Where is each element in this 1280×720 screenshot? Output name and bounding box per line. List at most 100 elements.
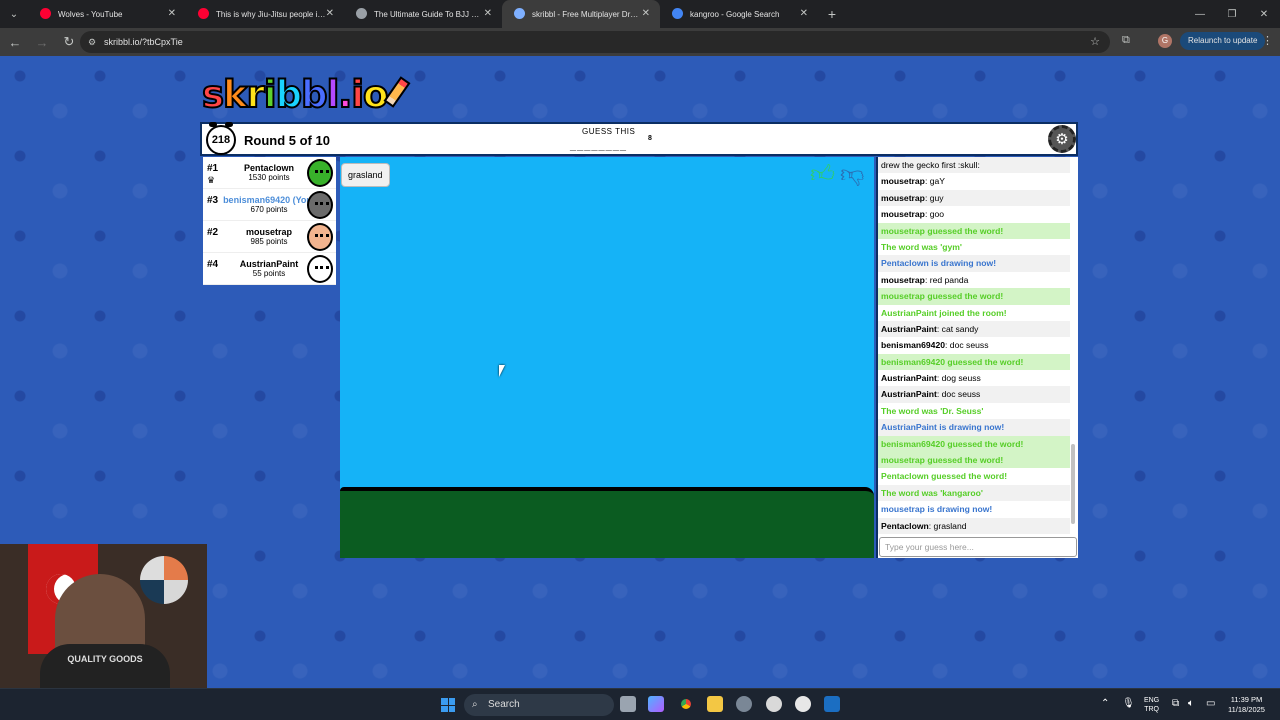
chat-text: goo: [929, 209, 945, 220]
google-icon: [672, 8, 683, 19]
time-text: 11:39 PM: [1230, 695, 1263, 704]
logo-letter: b: [275, 73, 303, 117]
app-icon[interactable]: [766, 696, 782, 712]
extensions-icon[interactable]: ⧉: [1122, 34, 1130, 47]
close-tab-icon[interactable]: ✕: [168, 8, 176, 19]
chat-guess-input[interactable]: [879, 537, 1077, 557]
volume-icon[interactable]: 🔈︎: [1188, 698, 1194, 709]
player-points: 55 points: [252, 269, 286, 278]
player-name: AustrianPaint: [239, 259, 299, 269]
chrome-icon[interactable]: [678, 696, 694, 712]
language-indicator[interactable]: ENG TRQ: [1144, 696, 1159, 714]
close-tab-icon[interactable]: ✕: [800, 8, 808, 19]
bookmark-star-icon[interactable]: ☆: [1090, 35, 1100, 48]
browser-toolbar: ← → ↻ ⚙ skribbl.io/?tbCpxTie ☆ ⧉: [0, 28, 1280, 56]
settings-gear-icon[interactable]: ⚙: [1048, 125, 1076, 153]
webcam-overlay: QUALITY GOODS: [0, 544, 207, 688]
network-icon[interactable]: ⧉: [1172, 698, 1179, 709]
chat-message: benisman69420: doc seuss: [878, 337, 1070, 353]
scroll-thumb[interactable]: [1071, 444, 1075, 524]
chat-username: AustrianPaint: [881, 389, 937, 400]
word-blanks: ________: [570, 140, 627, 152]
chat-text: grasland: [933, 520, 967, 531]
new-tab-button[interactable]: +: [818, 0, 846, 28]
site-info-icon[interactable]: ⚙: [88, 37, 98, 47]
forward-icon[interactable]: →: [30, 30, 54, 54]
copilot-icon[interactable]: [648, 696, 664, 712]
youtube-icon: [40, 8, 51, 19]
microphone-icon[interactable]: 🎙︎: [1122, 698, 1135, 709]
chat-message: The word was 'kangaroo': [878, 484, 1070, 502]
chat-message: The word was 'gym': [881, 241, 962, 252]
player-row[interactable]: #1 Pentaclown 1530 points ♛: [203, 157, 336, 189]
chat-messages: drew the gecko first :skull: mousetrap: g…: [878, 157, 1070, 535]
chat-username: benisman69420: [881, 340, 946, 351]
chat-message: drew the gecko first :skull:: [878, 157, 1070, 174]
windows-start-icon[interactable]: [441, 698, 455, 712]
crown-icon: ♛: [207, 175, 216, 185]
close-window-icon[interactable]: ✕: [1248, 0, 1280, 28]
close-tab-icon[interactable]: ✕: [484, 8, 492, 19]
more-menu-icon[interactable]: ⋮: [1262, 34, 1273, 47]
close-tab-icon[interactable]: ✕: [642, 8, 650, 19]
browser-tab[interactable]: This is why Jiu-Jitsu people inju ✕: [186, 0, 344, 28]
youtube-icon: [198, 8, 209, 19]
thumbs-down-icon[interactable]: 👎︎: [840, 163, 864, 187]
relaunch-button[interactable]: Relaunch to update: [1180, 32, 1266, 50]
tab-search-icon[interactable]: ⌄: [0, 0, 28, 28]
browser-tab[interactable]: The Ultimate Guide To BJJ Solo ✕: [344, 0, 502, 28]
chat-scrollbar[interactable]: [1070, 159, 1076, 533]
thumbs-up-icon[interactable]: 👍︎: [810, 163, 835, 187]
back-icon[interactable]: ←: [3, 30, 27, 54]
logo-letter: r: [246, 73, 266, 117]
settings-app-icon[interactable]: [736, 696, 752, 712]
battery-icon[interactable]: ▭: [1206, 698, 1215, 709]
minimize-icon[interactable]: —: [1184, 0, 1216, 28]
chat-username: mousetrap: [881, 192, 925, 203]
player-rank: #2: [207, 227, 219, 238]
drawing-canvas[interactable]: 👍︎ 👎︎: [340, 157, 874, 558]
player-rank: #1: [207, 163, 219, 174]
task-view-icon[interactable]: [620, 696, 636, 712]
taskbar-search[interactable]: ⌕ Search: [464, 694, 614, 716]
browser-tab[interactable]: skribbl - Free Multiplayer Drawi ✕: [502, 0, 660, 28]
profile-avatar[interactable]: G: [1158, 34, 1172, 48]
address-bar[interactable]: ⚙ skribbl.io/?tbCpxTie ☆: [80, 31, 1110, 53]
chat-message: mousetrap: red panda: [878, 272, 1070, 288]
steam-icon[interactable]: [824, 696, 840, 712]
player-row[interactable]: #4 AustrianPaint 55 points: [203, 253, 336, 285]
chat-username: mousetrap: [881, 176, 925, 187]
chat-message: mousetrap guessed the word!: [878, 222, 1070, 239]
logo-letter: b: [300, 73, 328, 117]
maximize-icon[interactable]: ❐: [1216, 0, 1248, 28]
close-tab-icon[interactable]: ✕: [326, 8, 334, 19]
chat-text: doc seuss: [949, 340, 989, 351]
chat-text: cat sandy: [941, 323, 979, 334]
search-label: Search: [488, 699, 520, 710]
player-rank: #4: [207, 259, 219, 270]
player-avatar: [307, 223, 333, 251]
clock[interactable]: 11:39 PM 11/18/2025: [1228, 695, 1265, 715]
chat-message: mousetrap guessed the word!: [878, 452, 1070, 469]
wall-decor: [140, 556, 188, 604]
player-row[interactable]: #2 mousetrap 985 points: [203, 221, 336, 253]
reload-icon[interactable]: ↻: [57, 30, 81, 54]
media-player-icon[interactable]: [795, 696, 811, 712]
chat-message: Pentaclown guessed the word!: [881, 471, 1008, 482]
show-hidden-icons[interactable]: ⌃: [1101, 698, 1109, 709]
browser-tab[interactable]: kangroo - Google Search ✕: [660, 0, 818, 28]
file-explorer-icon[interactable]: [707, 696, 723, 712]
player-rank: #3: [207, 195, 219, 206]
tab-strip: ⌄ Wolves - YouTube ✕ This is why Jiu-Jitsu…: [0, 0, 1280, 28]
drawn-ground: [340, 487, 874, 558]
browser-tab[interactable]: Wolves - YouTube ✕: [28, 0, 186, 28]
logo-text: skribbl.io: [201, 73, 389, 117]
logo-letter: o: [362, 73, 389, 117]
player-row[interactable]: #3 benisman69420 (You) 670 points: [203, 189, 336, 221]
logo-letter: .: [337, 73, 353, 117]
chat-message: mousetrap: goo: [878, 206, 1070, 222]
player-avatar: [307, 255, 333, 283]
chat-message: The word was 'Dr. Seuss': [881, 405, 984, 416]
chat-username: AustrianPaint: [881, 323, 937, 334]
lang-line2: TRQ: [1144, 706, 1159, 713]
